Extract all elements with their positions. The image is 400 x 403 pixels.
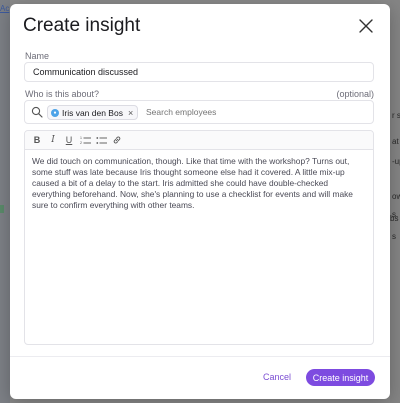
create-insight-button[interactable]: Create insight (306, 369, 375, 386)
optional-label: (optional) (336, 89, 374, 99)
italic-icon[interactable]: I (47, 134, 59, 146)
background-text-fragment: ow, (392, 192, 400, 201)
background-right-panel: r s at -up ow, s. bs s (390, 0, 400, 403)
background-link-fragment: Ac (0, 4, 10, 13)
avatar-icon: ● (51, 108, 59, 117)
employee-search-field[interactable]: ● Iris van den Bos × (24, 100, 374, 124)
name-label: Name (25, 51, 50, 61)
employee-chip-label: Iris van den Bos (62, 107, 123, 118)
editor-toolbar: B I U 1 2 (25, 131, 373, 150)
search-icon (31, 106, 43, 118)
svg-text:2: 2 (80, 141, 82, 145)
svg-text:1: 1 (80, 136, 82, 140)
close-icon (359, 19, 373, 33)
rich-text-editor[interactable]: B I U 1 2 We did touch on communication,… (24, 130, 374, 345)
background-text-fragment: bs (390, 214, 399, 223)
create-insight-modal: Create insight Name Who is this about? (… (10, 4, 390, 399)
background-text-fragment: r s (392, 111, 400, 120)
underline-icon[interactable]: U (63, 134, 75, 146)
editor-content[interactable]: We did touch on communication, though. L… (25, 150, 373, 217)
name-field[interactable] (24, 62, 374, 82)
close-button[interactable] (357, 17, 375, 35)
background-text-fragment: -up (392, 157, 400, 166)
background-left-panel: Ac (0, 0, 10, 403)
who-label: Who is this about? (25, 89, 100, 99)
link-icon[interactable] (111, 134, 123, 146)
remove-employee-icon[interactable]: × (128, 108, 133, 118)
employee-chip: ● Iris van den Bos × (47, 105, 139, 120)
bold-icon[interactable]: B (31, 134, 43, 146)
background-text-fragment: at (392, 137, 399, 146)
bullet-list-icon[interactable] (95, 134, 107, 146)
footer-divider (10, 356, 390, 357)
background-marker (0, 205, 4, 213)
numbered-list-icon[interactable]: 1 2 (79, 134, 91, 146)
background-text-fragment: s (392, 232, 396, 241)
cancel-button[interactable]: Cancel (263, 372, 291, 382)
search-input[interactable] (146, 107, 346, 117)
modal-title: Create insight (23, 15, 141, 36)
